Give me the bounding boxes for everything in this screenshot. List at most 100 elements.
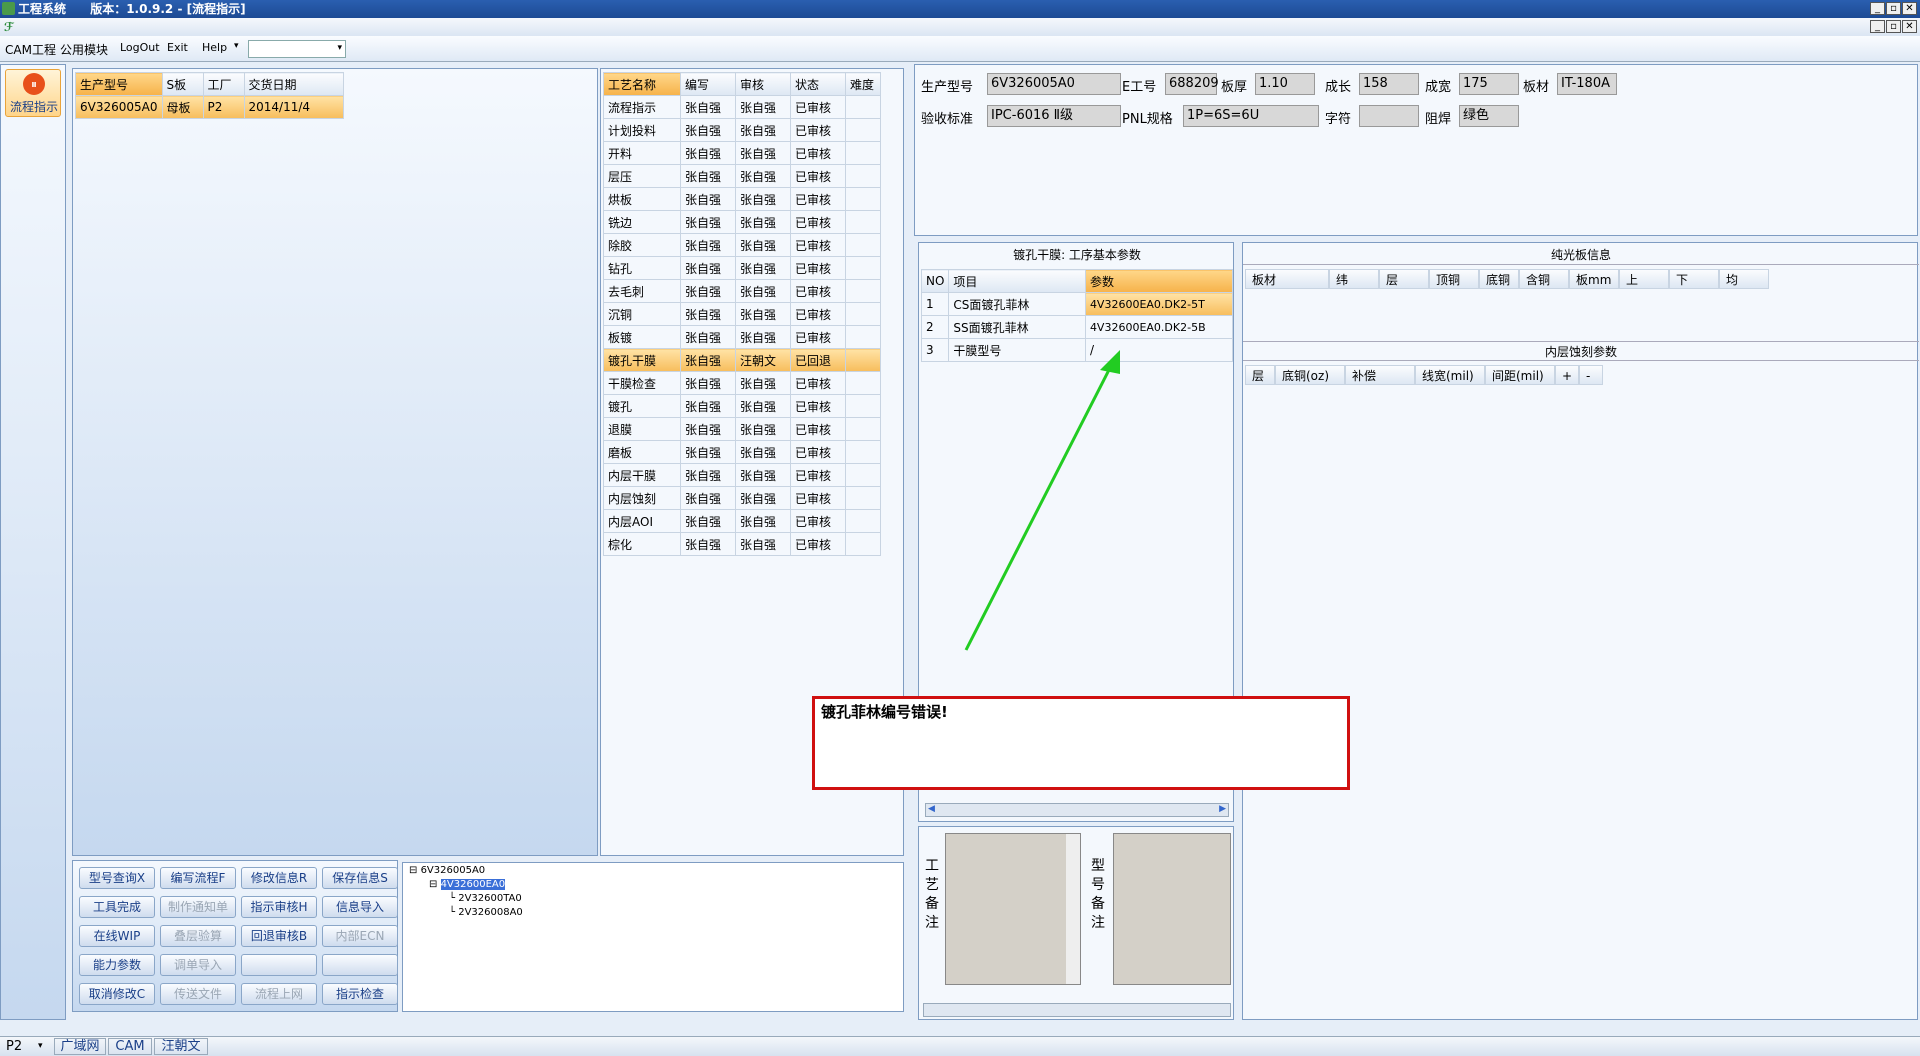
flow-indicator-button[interactable]: ⏸ 流程指示 xyxy=(5,69,61,117)
action-button[interactable]: 调单导入 xyxy=(160,954,236,976)
minimize-button[interactable]: _ xyxy=(1870,2,1885,15)
table-row[interactable]: 烘板 张自强 张自强 已审核 xyxy=(603,187,881,211)
column-header[interactable]: 层 xyxy=(1245,365,1275,385)
column-header[interactable]: 顶铜 xyxy=(1429,269,1479,289)
column-header[interactable]: 均 xyxy=(1719,269,1769,289)
params-header[interactable]: 参数 xyxy=(1084,269,1234,293)
column-header[interactable]: 底铜 xyxy=(1479,269,1519,289)
tree-node-leaf[interactable]: └ 2V32600TA0 xyxy=(449,893,522,904)
scroll-left-icon[interactable]: ◀ xyxy=(928,804,935,814)
scroll-right-icon[interactable]: ▶ xyxy=(1219,804,1226,814)
process-header[interactable]: 工艺名称 xyxy=(603,72,681,96)
table-row[interactable]: 内层干膜 张自强 张自强 已审核 xyxy=(603,463,881,487)
column-header[interactable]: 线宽(mil) xyxy=(1415,365,1485,385)
menu-help[interactable]: Help xyxy=(202,41,227,54)
table-row[interactable]: 层压 张自强 张自强 已审核 xyxy=(603,164,881,188)
horizontal-scrollbar[interactable] xyxy=(923,1003,1231,1017)
info-value[interactable]: 1.10 xyxy=(1255,73,1315,95)
process-header[interactable]: 审核 xyxy=(735,72,791,96)
action-button[interactable]: 修改信息R xyxy=(241,867,317,889)
action-button[interactable]: 指示审核H xyxy=(241,896,317,918)
table-row[interactable]: 除胶 张自强 张自强 已审核 xyxy=(603,233,881,257)
tree-node-root[interactable]: ⊟ 6V326005A0 xyxy=(409,865,485,876)
info-value[interactable]: 688209 xyxy=(1165,73,1219,95)
mdi-minimize-button[interactable]: _ xyxy=(1870,20,1885,33)
process-header[interactable]: 编写 xyxy=(680,72,736,96)
table-row[interactable]: 内层蚀刻 张自强 张自强 已审核 xyxy=(603,486,881,510)
table-cell[interactable]: 4V32600EA0.DK2-5B xyxy=(1084,315,1234,339)
info-value[interactable]: IT-180A xyxy=(1557,73,1617,95)
orders-header[interactable]: 生产型号 xyxy=(75,72,163,96)
column-header[interactable]: - xyxy=(1579,365,1603,385)
column-header[interactable]: 补偿 xyxy=(1345,365,1415,385)
params-header[interactable]: 项目 xyxy=(948,269,1086,293)
action-button[interactable]: 在线WIP xyxy=(79,925,155,947)
orders-header[interactable]: 交货日期 xyxy=(243,72,344,96)
action-button[interactable]: 指示检查 xyxy=(322,983,398,1005)
action-button[interactable]: 叠层验算 xyxy=(160,925,236,947)
table-row[interactable]: 计划投料 张自强 张自强 已审核 xyxy=(603,118,881,142)
table-row[interactable]: 内层AOI 张自强 张自强 已审核 xyxy=(603,509,881,533)
action-button[interactable]: 工具完成 xyxy=(79,896,155,918)
tree-node-leaf[interactable]: └ 2V326008A0 xyxy=(449,907,523,918)
orders-header[interactable]: S板 xyxy=(161,72,204,96)
vertical-scrollbar[interactable] xyxy=(1066,834,1080,984)
status-combo[interactable]: P2 ▾ xyxy=(2,1038,50,1055)
action-button[interactable]: 回退审核B xyxy=(241,925,317,947)
column-header[interactable]: 间距(mil) xyxy=(1485,365,1555,385)
info-value[interactable]: 6V326005A0 xyxy=(987,73,1121,95)
info-value[interactable]: 1P=6S=6U xyxy=(1183,105,1319,127)
info-value[interactable]: 175 xyxy=(1459,73,1519,95)
table-row[interactable]: 干膜检查 张自强 张自强 已审核 xyxy=(603,371,881,395)
process-remark-text[interactable] xyxy=(945,833,1081,985)
table-row[interactable]: 去毛刺 张自强 张自强 已审核 xyxy=(603,279,881,303)
info-value[interactable]: IPC-6016 Ⅱ级 xyxy=(987,105,1121,127)
params-header[interactable]: NO xyxy=(920,269,950,293)
column-header[interactable]: 板mm xyxy=(1569,269,1619,289)
mdi-close-button[interactable]: ✕ xyxy=(1902,20,1917,33)
column-header[interactable]: 板材 xyxy=(1245,269,1329,289)
action-button[interactable]: 流程上网 xyxy=(241,983,317,1005)
info-value[interactable]: 158 xyxy=(1359,73,1419,95)
close-button[interactable]: ✕ xyxy=(1902,2,1917,15)
restore-button[interactable]: ▫ xyxy=(1886,2,1901,15)
action-button[interactable]: 信息导入 xyxy=(322,896,398,918)
table-row[interactable]: 沉铜 张自强 张自强 已审核 xyxy=(603,302,881,326)
process-header[interactable]: 难度 xyxy=(845,72,881,96)
table-row[interactable]: 1 CS面镀孔菲林 4V32600EA0.DK2-5T xyxy=(920,292,1234,316)
action-button[interactable]: 能力参数 xyxy=(79,954,155,976)
menu-common[interactable]: 公用模块 xyxy=(60,41,108,58)
info-value[interactable]: 绿色 xyxy=(1459,105,1519,127)
table-row[interactable]: 退膜 张自强 张自强 已审核 xyxy=(603,417,881,441)
table-row[interactable]: 6V326005A0 母板 P2 2014/11/4 xyxy=(75,95,344,119)
horizontal-scrollbar[interactable]: ◀ ▶ xyxy=(925,803,1229,817)
table-row[interactable]: 板镀 张自强 张自强 已审核 xyxy=(603,325,881,349)
action-button[interactable] xyxy=(241,954,317,976)
table-row[interactable]: 流程指示 张自强 张自强 已审核 xyxy=(603,95,881,119)
table-row[interactable]: 钻孔 张自强 张自强 已审核 xyxy=(603,256,881,280)
action-button[interactable]: 保存信息S xyxy=(322,867,398,889)
action-button[interactable]: 取消修改C xyxy=(79,983,155,1005)
table-row[interactable]: 磨板 张自强 张自强 已审核 xyxy=(603,440,881,464)
table-row[interactable]: 镀孔 张自强 张自强 已审核 xyxy=(603,394,881,418)
table-row[interactable]: 2 SS面镀孔菲林 4V32600EA0.DK2-5B xyxy=(920,315,1234,339)
menu-cam[interactable]: CAM工程 xyxy=(5,41,56,58)
table-row[interactable]: 开料 张自强 张自强 已审核 xyxy=(603,141,881,165)
column-header[interactable]: 纬 xyxy=(1329,269,1379,289)
action-button[interactable]: 编写流程F xyxy=(160,867,236,889)
column-header[interactable]: + xyxy=(1555,365,1579,385)
action-button[interactable]: 制作通知单 xyxy=(160,896,236,918)
table-cell[interactable]: 4V32600EA0.DK2-5T xyxy=(1084,292,1234,316)
table-row[interactable]: 铣边 张自强 张自强 已审核 xyxy=(603,210,881,234)
action-button[interactable]: 型号查询X xyxy=(79,867,155,889)
table-row[interactable]: 棕化 张自强 张自强 已审核 xyxy=(603,532,881,556)
action-button[interactable]: 内部ECN xyxy=(322,925,398,947)
process-header[interactable]: 状态 xyxy=(790,72,846,96)
action-button[interactable]: 传送文件 xyxy=(160,983,236,1005)
mdi-restore-button[interactable]: ▫ xyxy=(1886,20,1901,33)
table-row[interactable]: 镀孔干膜 张自强 汪朝文 已回退 xyxy=(603,348,881,372)
tree-node-child[interactable]: ⊟ 4V32600EA0 xyxy=(429,879,506,890)
info-value[interactable] xyxy=(1359,105,1419,127)
column-header[interactable]: 上 xyxy=(1619,269,1669,289)
menu-exit[interactable]: Exit xyxy=(167,41,188,54)
